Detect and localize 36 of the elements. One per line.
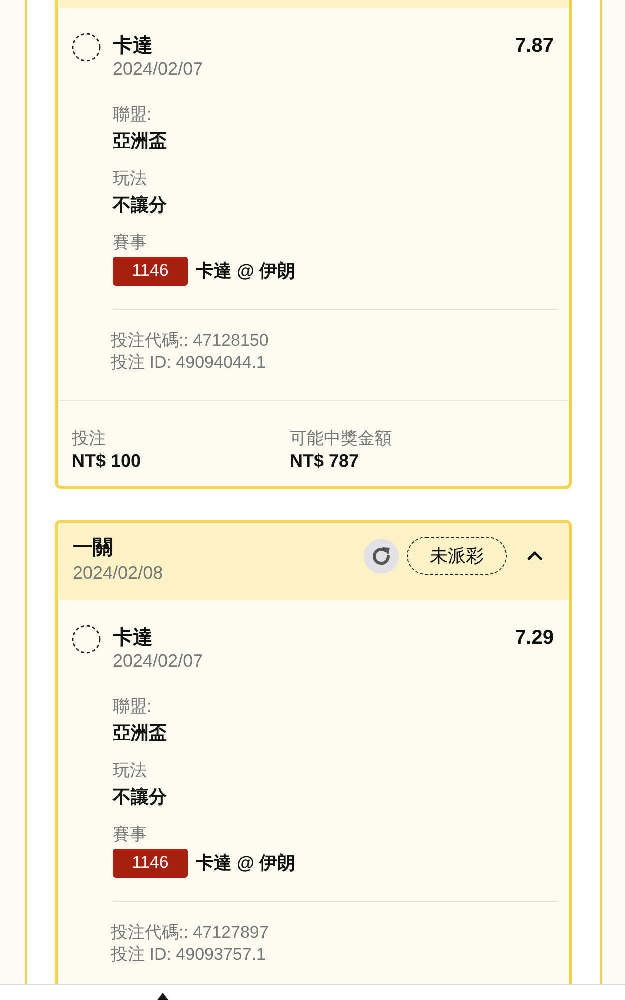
match-name: 卡達 @ 伊朗 xyxy=(196,260,296,282)
team-name: 卡達 xyxy=(113,34,153,58)
summary-value: NT$ 100 xyxy=(72,450,142,472)
bet-reference: 投注代碼:: 47127897 xyxy=(111,922,270,944)
summary-value: NT$ 787 xyxy=(290,450,360,472)
bet-date: 2024/02/08 xyxy=(73,562,164,585)
field-value: 亞洲盃 xyxy=(113,130,168,153)
field-label: 玩法 xyxy=(113,760,148,782)
field-label: 玩法 xyxy=(113,168,148,190)
bet-reference: 投注 ID: 49094044.1 xyxy=(111,352,267,374)
status-badge: 未派彩 xyxy=(407,537,507,575)
field-label: 賽事 xyxy=(113,824,148,846)
chevron-up-icon[interactable] xyxy=(527,550,543,562)
odds-value: 7.29 xyxy=(515,626,554,650)
bet-reference: 投注 ID: 49093757.1 xyxy=(111,944,267,966)
match-name: 卡達 @ 伊朗 xyxy=(196,852,296,874)
summary-label: 投注 xyxy=(72,428,107,450)
tab-bar-icon[interactable] xyxy=(157,993,169,1000)
dashed-circle-icon xyxy=(72,625,101,654)
team-name: 卡達 xyxy=(113,626,153,650)
field-value: 亞洲盃 xyxy=(113,722,168,745)
field-value: 不讓分 xyxy=(113,786,168,809)
field-label: 聯盟: xyxy=(113,696,153,718)
selection-date: 2024/02/07 xyxy=(113,650,204,672)
event-code-badge: 1146 xyxy=(113,256,188,286)
selection-date: 2024/02/07 xyxy=(113,58,204,80)
dashed-circle-icon xyxy=(72,33,101,62)
field-label: 賽事 xyxy=(113,232,148,254)
refresh-icon[interactable] xyxy=(364,538,399,574)
field-label: 聯盟: xyxy=(113,104,153,126)
summary-label: 可能中獎金額 xyxy=(290,428,393,450)
bet-type-title: 一關 xyxy=(73,536,114,561)
field-value: 不讓分 xyxy=(113,194,168,217)
bet-reference: 投注代碼:: 47128150 xyxy=(111,330,270,352)
odds-value: 7.87 xyxy=(515,34,554,58)
event-code-badge: 1146 xyxy=(113,848,188,878)
